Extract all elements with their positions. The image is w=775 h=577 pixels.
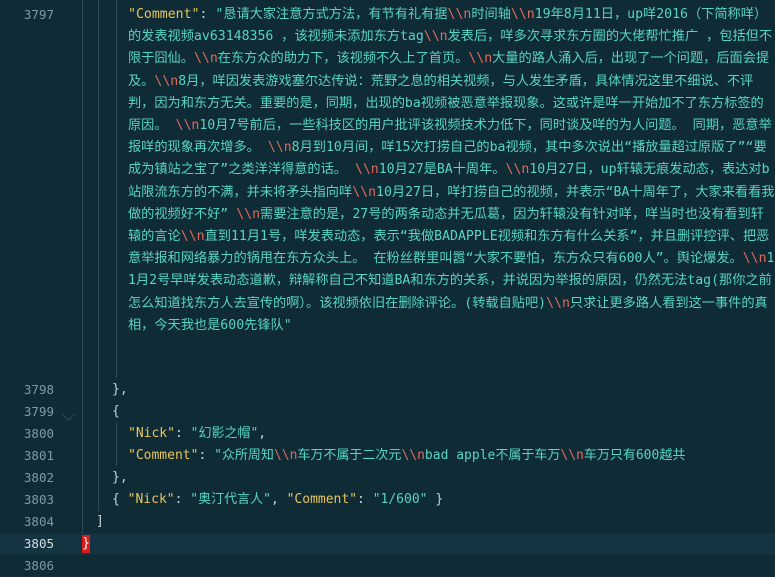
escape-sequence: \\n — [742, 251, 767, 267]
string-segment: 车万只有600越共 — [583, 448, 686, 463]
closing-brace: }, — [112, 382, 128, 397]
escape-sequence: \\n — [267, 140, 292, 156]
line-number: 3806 — [23, 558, 54, 573]
escape-sequence: \\n — [236, 206, 261, 222]
escape-sequence: \\n — [560, 448, 584, 463]
closing-brace: }, — [112, 470, 128, 485]
nick-value: "奥汀代言人" — [190, 492, 271, 507]
json-comma: , — [258, 426, 267, 441]
nick-entry-3800: "Nick": "幻影之帽", — [128, 423, 266, 445]
comment-value: "恳请大家注意方式方法，有节有礼有据\\n时间轴\\n19年8月11日，up咩2… — [128, 7, 774, 333]
json-key: "Comment" — [286, 492, 358, 507]
json-colon: : — [174, 426, 191, 441]
json-colon: : — [199, 7, 216, 22]
escape-sequence: \\n — [175, 118, 200, 134]
escape-sequence: \\n — [510, 7, 535, 22]
string-segment: bad apple不属于车万 — [424, 448, 561, 463]
escape-sequence: \\n — [354, 162, 379, 178]
string-segment: "恳请大家注意方式方法，有节有礼有据 — [215, 7, 448, 22]
line-number: 3802 — [23, 470, 54, 485]
code-editor[interactable]: 3797 3798 3799 3800 3801 3802 3803 3804 … — [0, 0, 775, 577]
comment-entry-3801: "Comment": "众所周知\\n车万不属于二次元\\nbad apple不… — [128, 445, 685, 467]
closing-bracket: ] — [96, 514, 104, 529]
line-number: 3801 — [23, 448, 54, 463]
line-number: 3798 — [23, 382, 54, 397]
line-number: 3804 — [23, 514, 54, 529]
json-key: "Nick" — [128, 426, 175, 441]
string-segment: 车万不属于二次元 — [297, 448, 402, 463]
escape-sequence: \\n — [154, 73, 179, 89]
json-colon: : — [198, 448, 215, 463]
fold-chevron-icon[interactable] — [62, 408, 75, 421]
string-segment: 时间轴 — [471, 7, 511, 22]
escape-sequence: \\n — [180, 229, 205, 245]
json-brace: } — [427, 492, 444, 507]
json-colon: : — [357, 492, 373, 507]
nick-value: "幻影之帽" — [190, 426, 259, 441]
escape-sequence: \\n — [193, 51, 218, 67]
string-segment: "众所周知 — [214, 448, 274, 463]
indent-guide — [82, 0, 83, 533]
string-segment: 10月27是BA十周年。 — [378, 162, 506, 178]
comment-value: "1/600" — [372, 492, 428, 507]
json-comma: , — [270, 492, 287, 507]
indent-guide — [116, 0, 117, 378]
indent-guide — [116, 422, 117, 466]
cursor-matched-brace[interactable]: } — [82, 534, 90, 553]
comment-value: "众所周知\\n车万不属于二次元\\nbad apple不属于车万\\n车万只有… — [214, 448, 685, 463]
escape-sequence: \\n — [352, 184, 377, 200]
escape-sequence: \\n — [468, 51, 493, 67]
line-number-gutter: 3797 3798 3799 3800 3801 3802 3803 3804 … — [0, 0, 62, 577]
json-key: "Nick" — [127, 492, 175, 507]
closing-root-brace[interactable]: } — [82, 533, 90, 555]
line-number: 3797 — [23, 7, 54, 22]
escape-sequence: \\n — [505, 162, 530, 178]
entry-3803: { "Nick": "奥汀代言人", "Comment": "1/600" } — [112, 489, 443, 511]
string-segment: 在东方众的助力下，该视频不久上了首页。 — [217, 51, 469, 67]
escape-sequence: \\n — [423, 29, 448, 45]
line-number: 3799 — [23, 404, 54, 419]
line-number: 3803 — [23, 492, 54, 507]
line-number: 3805 — [23, 536, 54, 551]
opening-brace: { — [112, 404, 120, 419]
escape-sequence: \\n — [401, 448, 425, 463]
json-key: "Comment" — [128, 448, 199, 463]
escape-sequence: \\n — [273, 448, 298, 463]
line-number: 3800 — [23, 426, 54, 441]
escape-sequence: \\n — [546, 295, 570, 311]
indent-guide — [98, 0, 99, 511]
json-brace: { — [112, 492, 128, 507]
string-segment: 直到11月1号，咩发表动态，表示“我做BADAPPLE视频和东方有什么关系”，并… — [128, 229, 770, 267]
code-area[interactable]: "Comment": "恳请大家注意方式方法，有节有礼有据\\n时间轴\\n19… — [82, 0, 775, 577]
json-key: "Comment" — [128, 7, 200, 22]
escape-sequence: \\n — [447, 7, 472, 22]
json-colon: : — [174, 492, 191, 507]
comment-entry-3797: "Comment": "恳请大家注意方式方法，有节有礼有据\\n时间轴\\n19… — [128, 4, 775, 337]
